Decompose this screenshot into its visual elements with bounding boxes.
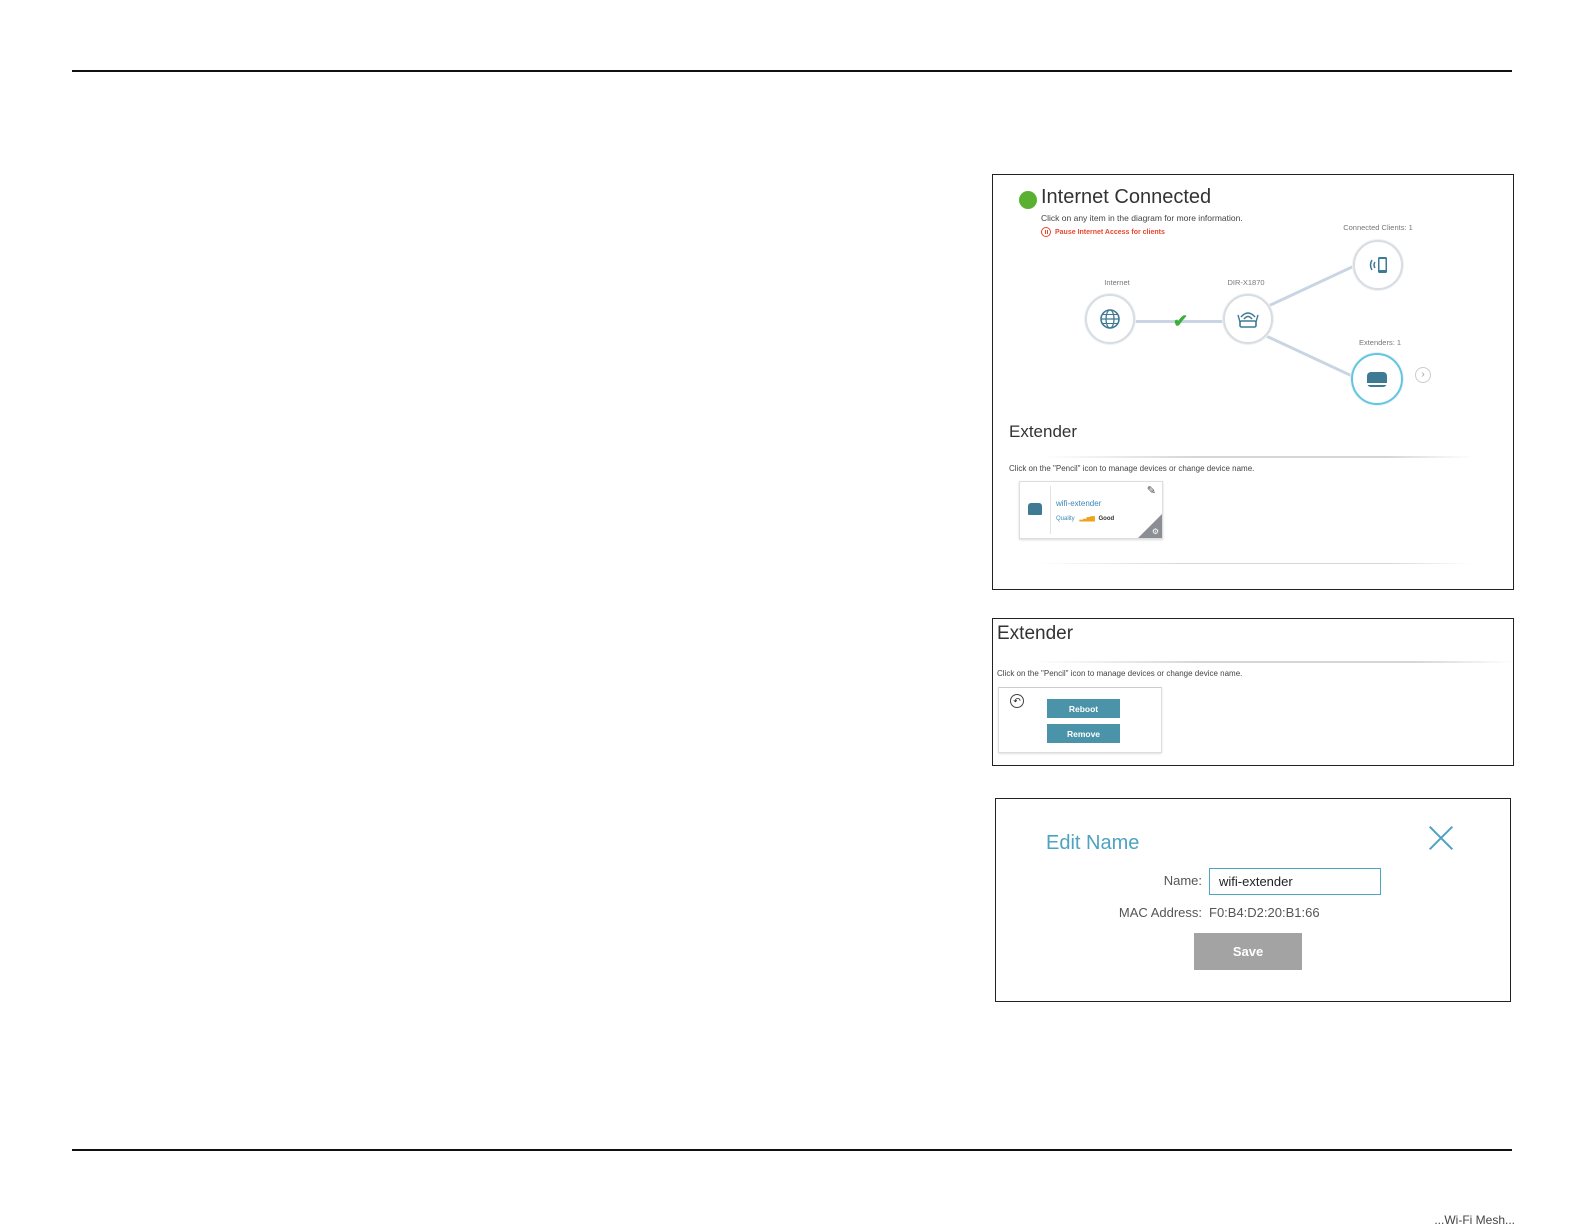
edit-name-dialog: Edit Name Name: MAC Address: F0:B4:D2:20… <box>995 798 1511 1002</box>
extenders-label: Extenders: 1 <box>1358 338 1402 347</box>
name-label: Name: <box>1163 873 1202 888</box>
internet-node[interactable] <box>1085 294 1135 344</box>
clients-node[interactable] <box>1353 240 1403 290</box>
next-arrow-button[interactable]: › <box>1415 367 1431 383</box>
card-divider <box>1050 486 1051 534</box>
bottom-divider <box>1033 563 1473 564</box>
router-node[interactable] <box>1223 294 1273 344</box>
link-router-clients <box>1262 263 1358 310</box>
reboot-button[interactable]: Reboot <box>1047 699 1120 718</box>
section-divider <box>1043 456 1473 458</box>
link-router-extender <box>1262 333 1358 380</box>
extender-section-title-2: Extender <box>997 623 1074 644</box>
extender-section-hint-2: Click on the "Pencil" icon to manage dev… <box>997 669 1243 678</box>
pause-icon <box>1041 227 1051 237</box>
extender-card-icon <box>1028 503 1042 515</box>
save-button[interactable]: Save <box>1194 933 1302 970</box>
extender-icon <box>1367 372 1387 387</box>
network-map-panel: Internet Connected Click on any item in … <box>992 174 1514 590</box>
signal-quality: Quality ▂▃▅▆ Good <box>1056 515 1114 522</box>
bottom-rule <box>72 1149 1512 1151</box>
connected-check-icon: ✔ <box>1173 311 1189 331</box>
top-rule <box>72 70 1512 72</box>
globe-icon <box>1100 309 1120 329</box>
quality-value: Good <box>1098 516 1115 522</box>
extender-section-title: Extender <box>1009 422 1078 441</box>
name-input[interactable] <box>1209 868 1381 895</box>
pencil-icon[interactable]: ✎ <box>1147 484 1156 497</box>
quality-label: Quality <box>1056 516 1075 522</box>
internet-status-title: Internet Connected <box>1041 186 1212 208</box>
edit-name-title: Edit Name <box>1046 832 1140 854</box>
section-divider-2 <box>1033 661 1513 663</box>
pause-internet-link[interactable]: Pause Internet Access for clients <box>1041 227 1165 237</box>
internet-label: Internet <box>1104 278 1130 287</box>
router-label: DIR-X1870 <box>1227 278 1265 287</box>
mac-address-label: MAC Address: <box>1118 905 1202 920</box>
router-icon <box>1237 312 1259 328</box>
signal-bars-icon: ▂▃▅▆ <box>1079 516 1095 522</box>
gear-icon[interactable]: ⚙ <box>1152 527 1159 536</box>
mac-address-value: F0:B4:D2:20:B1:66 <box>1209 905 1320 920</box>
back-icon[interactable]: ↶ <box>1010 694 1024 708</box>
extender-node[interactable] <box>1351 353 1403 405</box>
status-indicator <box>1019 191 1037 209</box>
diagram-hint: Click on any item in the diagram for mor… <box>1041 213 1243 223</box>
clients-label: Connected Clients: 1 <box>1343 223 1413 232</box>
extender-actions-card: ↶ Reboot Remove <box>998 687 1162 753</box>
pause-internet-label: Pause Internet Access for clients <box>1055 228 1165 236</box>
extender-section-hint: Click on the "Pencil" icon to manage dev… <box>1009 464 1255 473</box>
extender-manage-panel: Extender Click on the "Pencil" icon to m… <box>992 618 1514 766</box>
close-icon[interactable] <box>1428 825 1454 851</box>
extender-name: wifi-extender <box>1056 499 1102 508</box>
extender-card[interactable]: wifi-extender Quality ▂▃▅▆ Good ✎ ⚙ <box>1019 481 1163 539</box>
mobile-device-icon <box>1369 257 1387 273</box>
remove-button[interactable]: Remove <box>1047 724 1120 743</box>
